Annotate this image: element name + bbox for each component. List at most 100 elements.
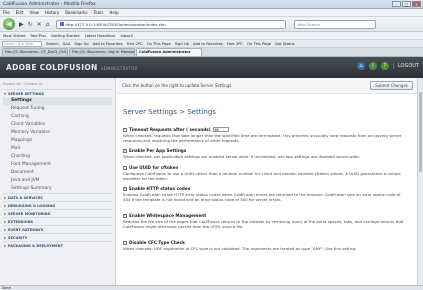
header-actions: ⌂ i ? LOGOUT	[356, 62, 419, 70]
toolbar-item[interactable]: Add to Favorites	[193, 42, 223, 46]
menu-tools[interactable]: Tools	[94, 10, 104, 15]
uuid-checkbox[interactable]	[123, 165, 127, 170]
reload-icon[interactable]: ↻	[28, 21, 33, 28]
main-content: Click the button on the right to update …	[117, 78, 417, 285]
browser-tab-active[interactable]: ColdFusion Administrator	[136, 48, 202, 56]
setting-http-status: ✓ Enable HTTP status codes Enables ColdFu…	[123, 186, 409, 202]
sidebar-item-charting[interactable]: Charting	[3, 153, 112, 161]
sidebar-item-settings-summary[interactable]: Settings Summary	[3, 185, 112, 193]
timeout-checkbox[interactable]: ✓	[123, 127, 127, 132]
search-toolbar: Search the Web Search AAA Sign Up Add to…	[0, 40, 423, 48]
sidebar-item-caching[interactable]: Caching	[3, 113, 112, 121]
setting-description: Reduces the file size of the pages that …	[123, 219, 404, 229]
sidebar-item-mail[interactable]: Mail	[3, 145, 112, 153]
menu-file[interactable]: File	[3, 10, 10, 15]
window-controls: – □ ×	[392, 1, 421, 7]
web-search-input[interactable]: Web Search	[293, 19, 376, 29]
toolbar-item[interactable]: Free 2PC	[127, 42, 143, 46]
bookmarks-toolbar: Most Visited Red Plus Getting Started La…	[0, 32, 423, 40]
menu-help[interactable]: Help	[109, 10, 118, 15]
sidebar-item-font-management[interactable]: Font Management	[3, 161, 112, 169]
browser-tab[interactable]: File:///C:/Documen...CF_Dev3_Ch3.html	[2, 48, 68, 56]
submit-prompt: Click the button on the right to update …	[122, 83, 233, 88]
toolbar-item[interactable]: Sign Up	[74, 42, 88, 46]
setting-label: Use UUID for cftoken	[129, 165, 179, 170]
http-status-checkbox[interactable]: ✓	[123, 186, 127, 191]
setting-description: Configures ColdFusion to use a UUID rath…	[123, 171, 401, 181]
bookmark-item[interactable]: Most Visited	[3, 34, 25, 38]
whitespace-checkbox[interactable]: ✓	[123, 213, 127, 218]
toolbar-item[interactable]: Add to Favorites	[93, 42, 123, 46]
web-search-placeholder: Web Search	[297, 21, 321, 27]
sidebar-section[interactable]: EXTENSIONS	[3, 217, 112, 225]
menu-edit[interactable]: Edit	[16, 10, 24, 15]
cfc-typecheck-checkbox[interactable]	[123, 240, 127, 245]
menu-view[interactable]: View	[29, 10, 39, 15]
bookmark-item[interactable]: Inbox3	[120, 34, 132, 38]
menu-bookmarks[interactable]: Bookmarks	[65, 10, 87, 15]
sidebar-item-memory-variables[interactable]: Memory Variables	[3, 129, 112, 137]
menubar: File Edit View History Bookmarks Tools H…	[0, 9, 423, 17]
scrollbar-thumb[interactable]	[419, 92, 422, 172]
expand-collapse-links[interactable]: Expand All / Collapse All	[3, 82, 112, 86]
toolbar-item[interactable]: AAA	[63, 42, 71, 46]
toolbar-item[interactable]: Sign Up	[175, 42, 189, 46]
setting-label: Disable CFC Type Check	[129, 240, 185, 245]
sidebar-section[interactable]: DATA & SERVICES	[3, 193, 112, 201]
navigation-toolbar: ◀ ▶ ↻ ✕ ⌂ http://127.0.0.1:8500/CFIDE/ad…	[0, 17, 423, 32]
bookmark-item[interactable]: Red Plus	[30, 34, 46, 38]
toolbar-item[interactable]: On This Page	[247, 42, 271, 46]
home-icon[interactable]: ⌂	[356, 62, 365, 70]
setting-description: When checked, requests that take longer …	[123, 133, 402, 143]
setting-cfc-typecheck: Disable CFC Type Check When checked, UDF…	[123, 240, 409, 251]
sidebar-item-java-jvm[interactable]: Java and JVM	[3, 177, 112, 185]
maximize-icon[interactable]: □	[402, 1, 411, 7]
url-bar[interactable]: http://127.0.0.1:8500/CFIDE/administrato…	[55, 19, 286, 29]
page-title: Server Settings > Settings	[123, 108, 216, 116]
app-logo-text: ADOBE COLDFUSION	[6, 63, 98, 72]
setting-label: Enable Per App Settings	[129, 148, 187, 153]
sidebar-item-client-variables[interactable]: Client Variables	[3, 121, 112, 129]
sidebar: Expand All / Collapse All SERVER SETTING…	[0, 78, 116, 285]
sidebar-section[interactable]: PACKAGING & DEPLOYMENT	[3, 241, 112, 249]
browser-tab[interactable]: File:///C:/Documen...day in Manage.html	[69, 48, 135, 56]
close-icon[interactable]: ×	[412, 1, 421, 7]
timeout-seconds-input[interactable]: 60	[212, 127, 229, 132]
help-icon[interactable]: ?	[380, 62, 389, 70]
home-icon[interactable]: ⌂	[46, 21, 50, 28]
per-app-checkbox[interactable]: ✓	[123, 148, 127, 153]
stop-icon[interactable]: ✕	[37, 21, 42, 28]
back-icon[interactable]: ◀	[3, 18, 15, 30]
app-logo-sub: ADMINISTRATOR	[100, 66, 138, 71]
sidebar-item-document[interactable]: Document	[3, 169, 112, 177]
sidebar-section-server-settings[interactable]: SERVER SETTINGS	[3, 89, 112, 97]
forward-icon[interactable]: ▶	[19, 21, 24, 28]
submit-changes-button[interactable]: Submit Changes	[370, 81, 413, 90]
info-icon[interactable]: i	[368, 62, 377, 70]
app-logo: ADOBE COLDFUSION ADMINISTRATOR	[6, 63, 138, 72]
setting-label: Enable HTTP status codes	[129, 186, 191, 191]
app-header: ADOBE COLDFUSION ADMINISTRATOR ⌂ i ? LOGO…	[0, 57, 423, 78]
bookmark-item[interactable]: Latest Headlines	[85, 34, 116, 38]
bookmark-item[interactable]: Getting Started	[51, 34, 80, 38]
menu-history[interactable]: History	[45, 10, 59, 15]
main-scrollbar[interactable]	[417, 78, 423, 285]
toolbar-search-input[interactable]: Search the Web	[2, 40, 42, 47]
sidebar-section[interactable]: SECURITY	[3, 233, 112, 241]
sidebar-section[interactable]: EVENT GATEWAYS	[3, 225, 112, 233]
toolbar-item[interactable]: Free 2PC	[227, 42, 243, 46]
tab-strip: File:///C:/Documen...CF_Dev3_Ch3.html Fi…	[0, 48, 423, 57]
window-titlebar: ColdFusion Administrator - Mozilla Firef…	[0, 0, 423, 9]
sidebar-section[interactable]: DEBUGGING & LOGGING	[3, 201, 112, 209]
setting-label: Timeout Requests after ( seconds)	[129, 127, 211, 132]
toolbar-item[interactable]: On This Page	[147, 42, 171, 46]
toolbar-item[interactable]: Search	[46, 42, 59, 46]
logout-link[interactable]: LOGOUT	[392, 63, 419, 69]
sidebar-section[interactable]: SERVER MONITORING	[3, 209, 112, 217]
setting-uuid: Use UUID for cftoken Configures ColdFusi…	[123, 165, 409, 181]
sidebar-item-request-tuning[interactable]: Request Tuning	[3, 105, 112, 113]
sidebar-item-settings[interactable]: Settings	[3, 97, 112, 105]
sidebar-item-mappings[interactable]: Mappings	[3, 137, 112, 145]
minimize-icon[interactable]: –	[392, 1, 401, 7]
toolbar-item[interactable]: Get Status	[275, 42, 295, 46]
